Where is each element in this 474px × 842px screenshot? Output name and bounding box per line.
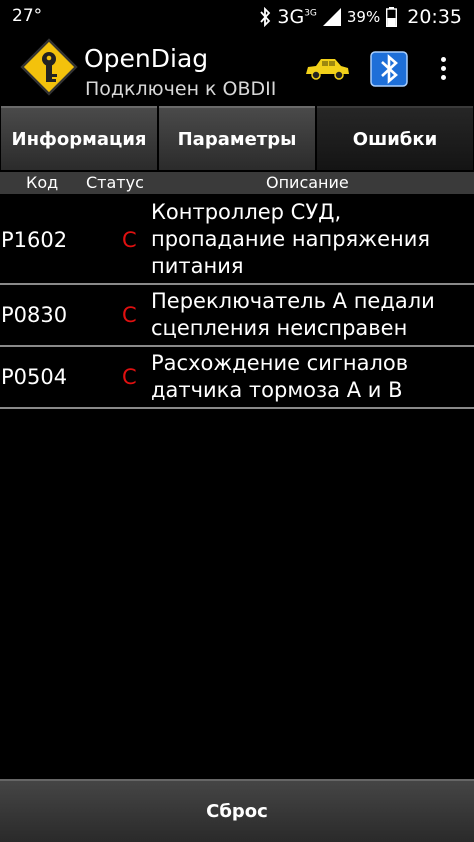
reset-button[interactable]: Сброс	[0, 779, 474, 842]
error-description: Контроллер СУД, пропадание напряжения пи…	[151, 200, 431, 278]
app-logo-icon	[20, 38, 78, 96]
table-header: Код Статус Описание	[0, 172, 474, 194]
network-type: 3G3G	[277, 6, 317, 28]
column-status: Статус	[86, 173, 144, 192]
error-code: P1602	[1, 228, 68, 252]
action-bar: OpenDiag Подключен к OBDII	[0, 34, 474, 106]
clock: 20:35	[407, 6, 462, 28]
error-row[interactable]: P0504 С Расхождение сигналов датчика тор…	[0, 347, 474, 409]
temperature-label: 27°	[12, 6, 43, 26]
tab-parameters[interactable]: Параметры	[159, 106, 315, 170]
bluetooth-connect-icon[interactable]	[370, 51, 408, 87]
column-code: Код	[26, 173, 59, 192]
error-status: С	[122, 228, 137, 252]
status-icons: 3G3G 39% 20:35	[259, 4, 462, 30]
error-code: P0504	[1, 365, 68, 389]
tab-information[interactable]: Информация	[1, 106, 157, 170]
app-title: OpenDiag	[84, 44, 209, 73]
tab-errors[interactable]: Ошибки	[317, 106, 473, 170]
column-description: Описание	[266, 173, 349, 192]
error-status: С	[122, 365, 137, 389]
error-status: С	[122, 303, 137, 327]
error-code: P0830	[1, 303, 68, 327]
overflow-menu-icon[interactable]	[436, 54, 450, 88]
signal-icon	[322, 8, 341, 26]
error-description: Переключатель А педали сцепления неиспра…	[151, 289, 435, 340]
status-bar: 27° 3G3G 39% 20:35	[0, 0, 474, 34]
battery-percent: 39%	[346, 8, 381, 26]
tab-bar: Информация Параметры Ошибки	[0, 106, 474, 170]
connection-status: Подключен к OBDII	[85, 78, 277, 100]
error-row[interactable]: P1602 С Контроллер СУД, пропадание напря…	[0, 196, 474, 285]
bluetooth-status-icon	[260, 7, 271, 27]
battery-icon	[386, 7, 398, 27]
error-description: Расхождение сигналов датчика тормоза А и…	[151, 351, 409, 402]
car-icon[interactable]	[304, 56, 350, 82]
error-row[interactable]: P0830 С Переключатель А педали сцепления…	[0, 285, 474, 347]
